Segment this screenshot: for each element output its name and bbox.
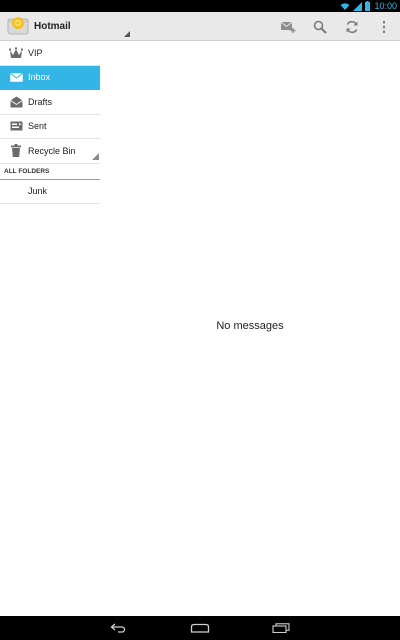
- email-app-icon: [7, 17, 29, 35]
- action-bar: Hotmail: [0, 12, 400, 41]
- status-icons: [340, 1, 370, 11]
- folder-drawer: VIP Inbox Drafts Sent Recycle Bin ALL FO…: [0, 41, 100, 206]
- empty-message: No messages: [216, 320, 284, 332]
- drafts-icon: [9, 96, 23, 108]
- home-button[interactable]: [188, 619, 212, 637]
- home-icon: [190, 623, 210, 633]
- recent-apps-button[interactable]: [269, 619, 293, 637]
- wifi-icon: [340, 2, 350, 10]
- spinner-arrow-icon: [124, 31, 130, 37]
- inbox-icon: [9, 71, 23, 83]
- drawer-item-label: Inbox: [28, 72, 51, 83]
- refresh-button[interactable]: [342, 17, 362, 37]
- drawer-item-recycle-bin[interactable]: Recycle Bin: [0, 139, 100, 164]
- drawer-item-sent[interactable]: Sent: [0, 115, 100, 139]
- account-spinner[interactable]: Hotmail: [0, 12, 135, 41]
- drawer-item-inbox[interactable]: Inbox: [0, 65, 100, 90]
- section-header-all-folders: ALL FOLDERS: [0, 164, 100, 180]
- drawer-item-vip[interactable]: VIP: [0, 41, 100, 66]
- trash-icon: [9, 144, 23, 158]
- search-icon: [313, 20, 327, 34]
- compose-button[interactable]: [278, 17, 298, 37]
- collapse-arrow-icon[interactable]: [92, 153, 99, 160]
- drawer-item-label: VIP: [28, 47, 43, 58]
- drawer-item-label: Sent: [28, 121, 47, 132]
- sent-icon: [9, 120, 23, 132]
- back-icon: [110, 623, 126, 633]
- drawer-folder-junk[interactable]: Junk: [0, 180, 100, 204]
- drawer-folder-label: Junk: [28, 186, 48, 197]
- status-clock: 10:00: [374, 1, 397, 11]
- status-bar: 10:00: [0, 0, 400, 12]
- back-button[interactable]: [107, 619, 131, 637]
- search-button[interactable]: [310, 17, 330, 37]
- refresh-icon: [346, 20, 358, 34]
- navigation-bar: [0, 616, 400, 640]
- battery-icon: [365, 1, 370, 11]
- overflow-menu-button[interactable]: [374, 17, 394, 37]
- compose-icon: [280, 21, 296, 33]
- signal-icon: [353, 1, 362, 11]
- crown-icon: [9, 46, 23, 59]
- drawer-item-drafts[interactable]: Drafts: [0, 90, 100, 115]
- account-name: Hotmail: [34, 21, 71, 32]
- drawer-item-label: Recycle Bin: [28, 145, 76, 156]
- overflow-menu-icon: [383, 21, 385, 33]
- recent-apps-icon: [272, 623, 290, 633]
- drawer-item-label: Drafts: [28, 96, 53, 107]
